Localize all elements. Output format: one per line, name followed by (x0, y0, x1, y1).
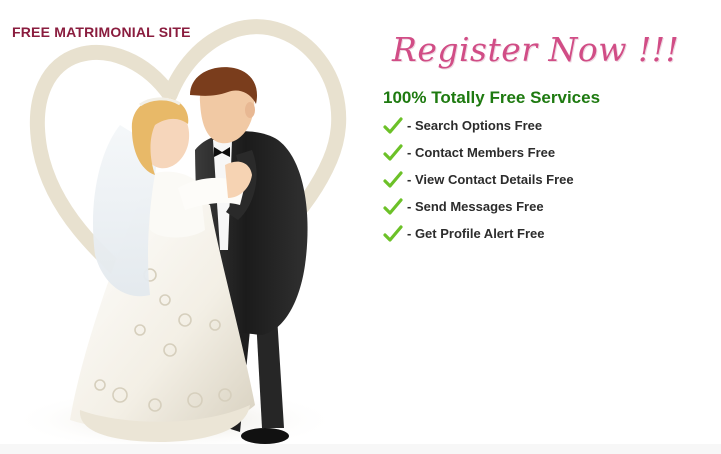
check-icon (383, 197, 403, 215)
service-item-contact-members[interactable]: - Contact Members Free (383, 139, 574, 166)
check-icon (383, 224, 403, 242)
check-icon (383, 143, 403, 161)
check-icon (383, 170, 403, 188)
bottom-band (0, 444, 721, 454)
services-heading: 100% Totally Free Services (383, 88, 601, 107)
service-label: - Contact Members Free (407, 145, 556, 160)
service-label: - Search Options Free (407, 118, 543, 133)
service-item-send-messages[interactable]: - Send Messages Free (383, 193, 574, 220)
page: FREE MATRIMONIAL SITE Register Now !!! 1… (0, 0, 721, 454)
service-label: - View Contact Details Free (407, 172, 574, 187)
register-now-link[interactable]: Register Now !!! (392, 30, 679, 69)
check-icon (383, 116, 403, 134)
service-label: - Send Messages Free (407, 199, 544, 214)
wedding-couple-illustration (10, 19, 347, 452)
service-item-view-contact-details[interactable]: - View Contact Details Free (383, 166, 574, 193)
service-label: - Get Profile Alert Free (407, 226, 545, 241)
service-item-profile-alert[interactable]: - Get Profile Alert Free (383, 220, 574, 247)
service-item-search-options[interactable]: - Search Options Free (383, 112, 574, 139)
services-list: - Search Options Free - Contact Members … (383, 112, 574, 247)
